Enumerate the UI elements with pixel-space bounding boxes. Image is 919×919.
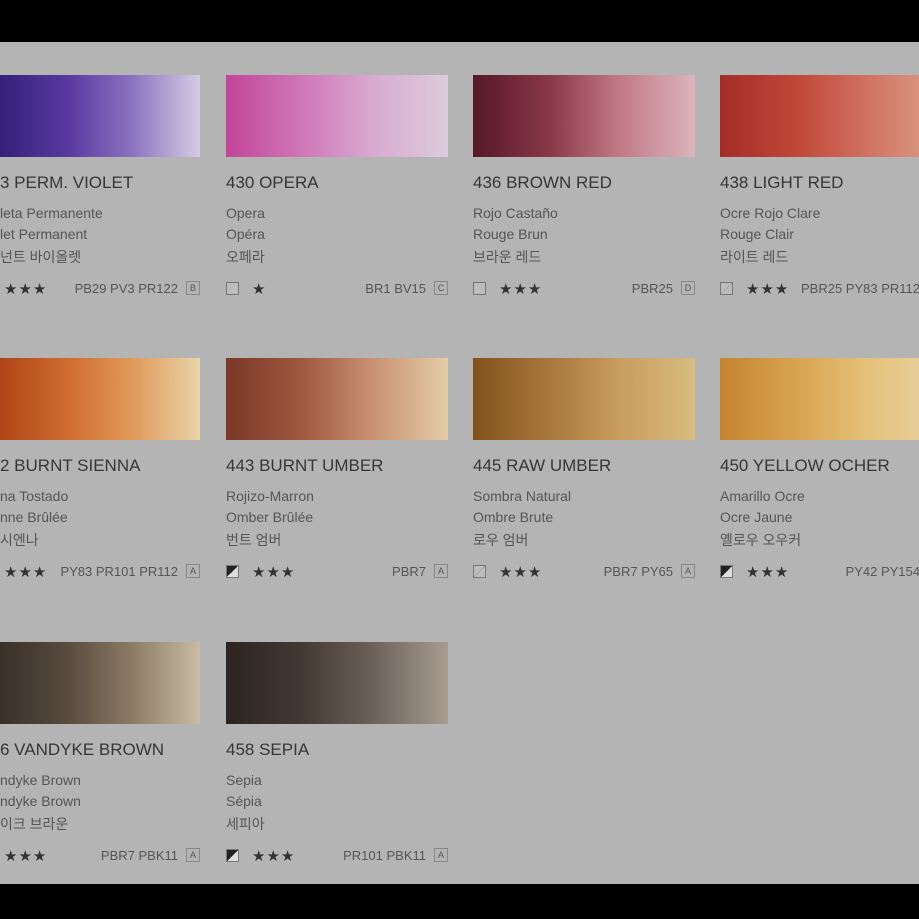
color-swatch — [226, 642, 448, 724]
transparency-icon — [226, 282, 239, 295]
color-swatch — [473, 358, 695, 440]
transparency-icon — [226, 565, 239, 578]
spanish-name: Sombra Natural — [473, 488, 572, 504]
transparency-icon — [226, 849, 239, 862]
series-badge: A — [434, 848, 448, 862]
pigment-codes: PBR7 PBK11 — [100, 848, 178, 863]
color-swatch — [0, 75, 200, 157]
color-name: 436 BROWN RED — [473, 173, 612, 192]
color-swatch — [226, 358, 448, 440]
french-name: Opéra — [226, 226, 265, 242]
spanish-name: ndyke Brown — [0, 772, 81, 788]
lightfastness-stars: ★★★ — [4, 564, 48, 581]
color-properties: ★★★ PBR7 A — [226, 564, 448, 581]
color-name: 443 BURNT UMBER — [226, 456, 384, 475]
color-properties: ★★★ PBR7 PY65 A — [473, 564, 695, 581]
color-name: 6 VANDYKE BROWN — [0, 740, 165, 759]
color-properties: ★★★ PY42 PY154 — [720, 564, 919, 581]
transparency-icon — [720, 565, 733, 578]
french-name: Omber Brûlée — [226, 509, 314, 525]
pigment-codes: PBR25 — [631, 281, 673, 296]
lightfastness-stars: ★★★ — [4, 848, 48, 865]
color-properties: ★★★ PBR7 PBK11 A — [0, 848, 200, 865]
korean-name: 넌트 바이올렛 — [0, 249, 82, 265]
pigment-codes: PBR7 PY65 — [603, 564, 673, 579]
spanish-name: leta Permanente — [0, 205, 103, 221]
lightfastness-stars: ★★★ — [4, 281, 48, 298]
lightfastness-stars: ★★★ — [499, 564, 543, 581]
french-name: Rouge Brun — [473, 226, 548, 242]
color-properties: ★★★ PB29 PV3 PR122 B — [0, 281, 200, 298]
korean-name: 오페라 — [226, 249, 265, 265]
spanish-name: Rojo Castaño — [473, 205, 558, 221]
color-swatch — [473, 75, 695, 157]
series-badge: A — [681, 564, 695, 578]
lightfastness-stars: ★★★ — [746, 281, 790, 298]
lightfastness-stars: ★★★ — [499, 281, 543, 298]
series-badge: C — [434, 281, 448, 295]
french-name: Rouge Clair — [720, 226, 794, 242]
spanish-name: Opera — [226, 205, 265, 221]
korean-name: 번트 엄버 — [226, 532, 282, 548]
color-name: 450 YELLOW OCHER — [720, 456, 890, 475]
color-properties: ★★★ PBR25 D — [473, 281, 695, 298]
color-swatch — [0, 358, 200, 440]
spanish-name: Rojizo-Marron — [226, 488, 314, 504]
pigment-codes: PBR25 PY83 PR112 — [801, 281, 919, 296]
pigment-codes: BR1 BV15 — [365, 281, 426, 296]
korean-name: 세피아 — [226, 816, 265, 832]
color-swatch — [0, 642, 200, 724]
french-name: let Permanent — [0, 226, 88, 242]
color-swatch — [720, 75, 919, 157]
transparency-icon — [473, 282, 486, 295]
french-name: Ombre Brute — [473, 509, 554, 525]
korean-name: 옐로우 오우커 — [720, 532, 802, 548]
korean-name: 라이트 레드 — [720, 249, 789, 265]
series-badge: A — [434, 564, 448, 578]
korean-name: 브라운 레드 — [473, 249, 542, 265]
color-name: 2 BURNT SIENNA — [0, 456, 141, 475]
french-name: Sépia — [226, 793, 262, 809]
spanish-name: na Tostado — [0, 488, 69, 504]
color-swatch — [226, 75, 448, 157]
color-name: 430 OPERA — [226, 173, 319, 192]
color-properties: ★★★ PBR25 PY83 PR112 — [720, 281, 919, 298]
pigment-codes: PY42 PY154 — [845, 564, 919, 579]
pigment-codes: PR101 PBK11 — [343, 848, 426, 863]
pigment-codes: PB29 PV3 PR122 — [74, 281, 178, 296]
korean-name: 로우 엄버 — [473, 532, 529, 548]
series-badge: A — [186, 564, 200, 578]
pigment-codes: PBR7 — [392, 564, 426, 579]
color-name: 458 SEPIA — [226, 740, 310, 759]
french-name: Ocre Jaune — [720, 509, 793, 525]
series-badge: D — [681, 281, 695, 295]
color-properties: ★ BR1 BV15 C — [226, 281, 448, 298]
color-properties: ★★★ PY83 PR101 PR112 A — [0, 564, 200, 581]
lightfastness-stars: ★ — [252, 281, 267, 298]
spanish-name: Sepia — [226, 772, 262, 788]
transparency-icon — [720, 282, 733, 295]
lightfastness-stars: ★★★ — [252, 848, 296, 865]
color-name: 445 RAW UMBER — [473, 456, 612, 475]
pigment-codes: PY83 PR101 PR112 — [60, 564, 178, 579]
french-name: ndyke Brown — [0, 793, 81, 809]
color-chart-page: 3 PERM. VIOLET leta Permanente let Perma… — [0, 42, 919, 884]
spanish-name: Amarillo Ocre — [720, 488, 805, 504]
lightfastness-stars: ★★★ — [252, 564, 296, 581]
transparency-icon — [473, 565, 486, 578]
color-swatch — [720, 358, 919, 440]
french-name: nne Brûlée — [0, 509, 68, 525]
color-properties: ★★★ PR101 PBK11 A — [226, 848, 448, 865]
series-badge: A — [186, 848, 200, 862]
spanish-name: Ocre Rojo Clare — [720, 205, 821, 221]
series-badge: B — [186, 281, 200, 295]
lightfastness-stars: ★★★ — [746, 564, 790, 581]
color-name: 3 PERM. VIOLET — [0, 173, 134, 192]
color-name: 438 LIGHT RED — [720, 173, 844, 192]
korean-name: 이크 브라운 — [0, 816, 69, 832]
korean-name: 시엔나 — [0, 532, 39, 548]
